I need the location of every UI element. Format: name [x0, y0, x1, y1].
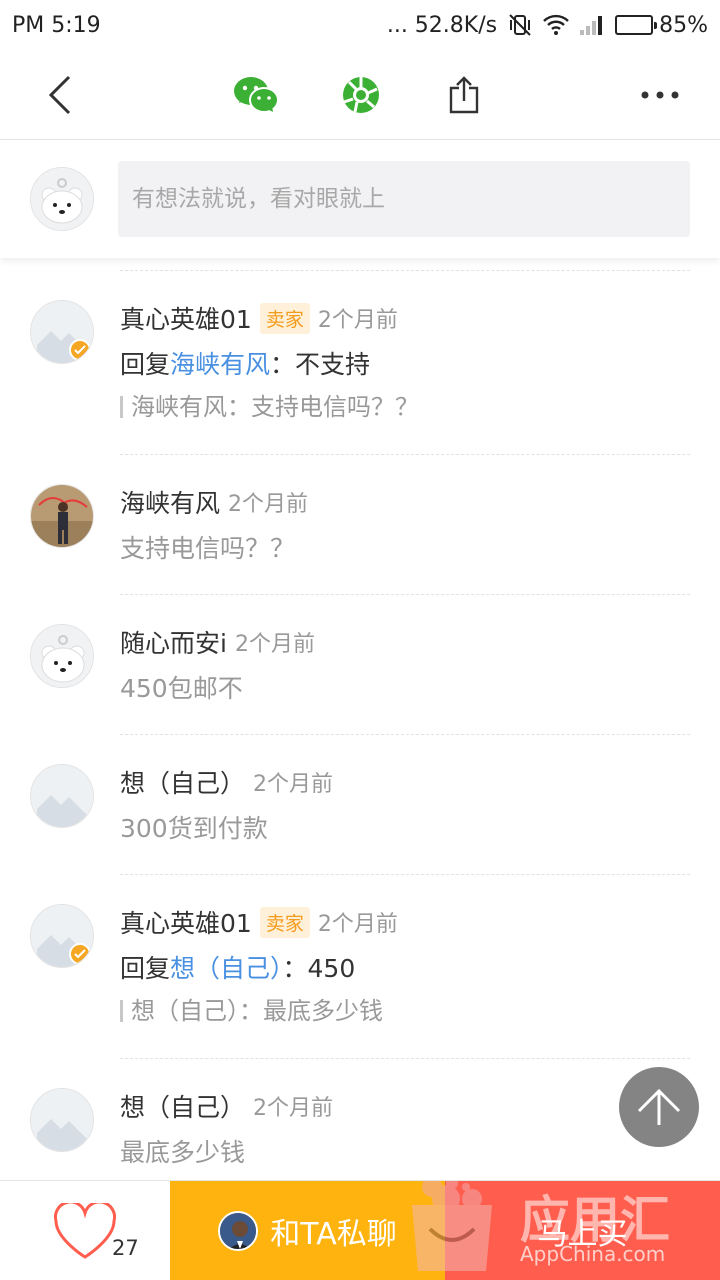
- reply-to-link[interactable]: 海峡有风: [170, 350, 270, 379]
- divider: [120, 874, 690, 875]
- comment-input[interactable]: [118, 161, 690, 237]
- arrow-up-icon: [637, 1088, 681, 1125]
- share-moments-button[interactable]: [336, 50, 386, 140]
- quote-text: 想（自己）：最底多少钱: [131, 997, 383, 1025]
- comment-time: 2个月前: [317, 912, 398, 937]
- comment-text: 支持电信吗？？: [120, 534, 296, 563]
- divider: [120, 1058, 690, 1059]
- comment-text: 回复海峡有风：不支持: [120, 348, 690, 382]
- status-icons: ... 52.8K/s 85%: [387, 12, 708, 38]
- heart-icon: [53, 1203, 117, 1259]
- share-button[interactable]: [440, 50, 488, 140]
- verified-badge-icon: [69, 339, 91, 361]
- seller-badge: 卖家: [259, 906, 310, 938]
- like-button[interactable]: 27: [0, 1181, 170, 1280]
- quote-bar: [120, 396, 123, 418]
- avatar[interactable]: [30, 624, 94, 688]
- avatar[interactable]: [30, 484, 94, 548]
- divider: [120, 454, 690, 455]
- battery-percent: 85%: [659, 12, 708, 38]
- private-chat-button[interactable]: 和TA私聊: [170, 1181, 445, 1280]
- share-icon: [449, 76, 479, 114]
- comment-input-row: [0, 140, 720, 258]
- quote-bar: [120, 1000, 123, 1022]
- bear-icon: [32, 169, 92, 229]
- battery-icon: [615, 15, 658, 35]
- buy-now-button[interactable]: 马上买: [445, 1181, 720, 1280]
- verified-badge-icon: [69, 943, 91, 965]
- signal-icon: [579, 14, 605, 36]
- more-icon: [641, 91, 679, 99]
- comment-author[interactable]: 想（自己）: [120, 1088, 245, 1124]
- comment-time: 2个月前: [253, 1096, 334, 1121]
- vibrate-off-icon: [507, 12, 533, 38]
- comment-time: 2个月前: [317, 308, 398, 333]
- like-count: 27: [112, 1236, 139, 1260]
- bottom-action-bar: 27 和TA私聊 马上买 应用汇 AppChina.com: [0, 1180, 720, 1280]
- comment-text: 回复想（自己）：450: [120, 952, 690, 986]
- top-toolbar: [0, 50, 720, 140]
- status-bar: PM 5:19 ... 52.8K/s 85%: [0, 0, 720, 50]
- wechat-icon: [234, 77, 279, 113]
- more-button[interactable]: [632, 50, 688, 140]
- comment-author[interactable]: 真心英雄01: [120, 300, 252, 336]
- avatar[interactable]: [30, 300, 94, 364]
- scroll-top-button[interactable]: [619, 1067, 699, 1147]
- my-avatar[interactable]: [30, 167, 94, 231]
- comment-time: 2个月前: [228, 492, 309, 517]
- reply-prefix: 回复: [120, 350, 171, 379]
- seller-badge: 卖家: [259, 302, 310, 334]
- status-time: PM 5:19: [12, 12, 101, 38]
- comment-text: 300货到付款: [120, 814, 268, 843]
- reply-text: ：450: [282, 954, 356, 983]
- quoted-comment: 海峡有风：支持电信吗？？: [120, 390, 690, 424]
- comment-text: 最底多少钱: [120, 1138, 246, 1167]
- share-wechat-button[interactable]: [228, 50, 284, 140]
- comment-author[interactable]: 海峡有风: [120, 484, 220, 520]
- reply-prefix: 回复: [120, 954, 171, 983]
- comment-text: 450包邮不: [120, 674, 243, 703]
- comment-time: 2个月前: [253, 772, 334, 797]
- net-speed: ... 52.8K/s: [386, 12, 498, 38]
- user-photo-icon: [31, 485, 93, 547]
- reply-text: ：不支持: [270, 350, 371, 379]
- comment-time: 2个月前: [234, 632, 315, 657]
- comment-author[interactable]: 想（自己）: [120, 764, 245, 800]
- seller-avatar: [218, 1211, 259, 1251]
- quote-text: 海峡有风：支持电信吗？？: [131, 393, 419, 421]
- avatar[interactable]: [30, 764, 94, 828]
- divider: [120, 734, 690, 735]
- moments-icon: [343, 77, 379, 113]
- divider: [120, 270, 690, 271]
- quoted-comment: 想（自己）：最底多少钱: [120, 994, 690, 1028]
- comment-author[interactable]: 真心英雄01: [120, 904, 252, 940]
- divider: [120, 594, 690, 595]
- placeholder-image-icon: [31, 1089, 93, 1151]
- avatar[interactable]: [30, 1088, 94, 1152]
- battery: 85%: [615, 13, 708, 38]
- private-chat-label: 和TA私聊: [270, 1217, 397, 1252]
- buy-now-label: 马上买: [537, 1217, 628, 1252]
- back-button[interactable]: [30, 50, 90, 140]
- wifi-icon: [543, 14, 569, 36]
- bear-icon: [31, 625, 93, 687]
- comment-author[interactable]: 随心而安i: [120, 624, 227, 660]
- placeholder-image-icon: [31, 765, 93, 827]
- chevron-left-icon: [48, 75, 71, 115]
- avatar[interactable]: [30, 904, 94, 968]
- reply-to-link[interactable]: 想（自己）: [170, 954, 283, 983]
